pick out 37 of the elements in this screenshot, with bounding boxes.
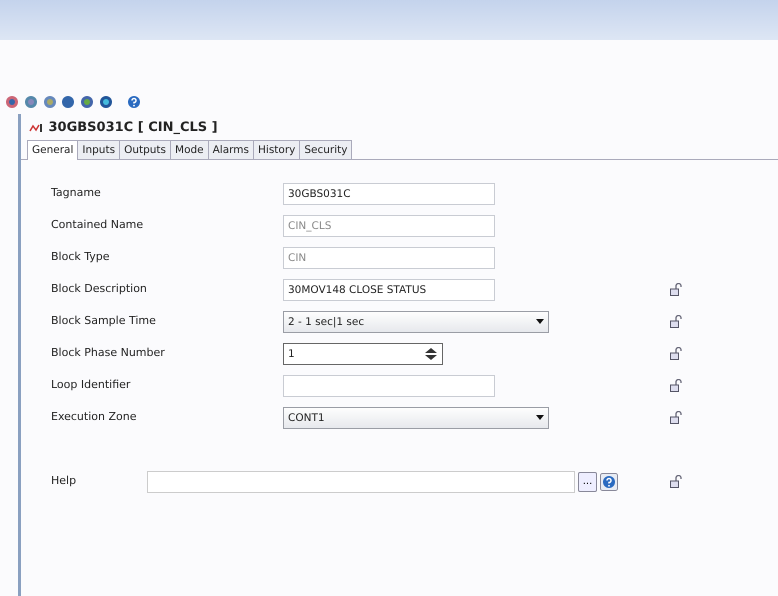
dropdown[interactable]: 2 - 1 sec|1 sec (283, 310, 549, 332)
caret-icon (536, 319, 544, 324)
input-field[interactable]: 30GBS031C (283, 182, 495, 204)
input-field[interactable]: 30MOV148 CLOSE STATUS (283, 278, 495, 300)
field-label: Loop Identifier (51, 377, 132, 394)
field-label: Contained Name (51, 217, 144, 234)
field-label: Tagname (51, 185, 102, 202)
field-label: Block Type (51, 249, 111, 266)
unlocked-padlock-icon[interactable] (670, 379, 682, 392)
help-icon[interactable] (127, 95, 142, 109)
unlocked-padlock-icon[interactable] (670, 315, 682, 328)
browse-button[interactable]: ... (578, 472, 598, 492)
field-label: Help (51, 473, 78, 490)
input-field[interactable] (147, 470, 575, 492)
tab[interactable]: History (253, 140, 300, 158)
tab[interactable]: General (27, 140, 78, 160)
field-label: Block Sample Time (51, 313, 157, 330)
tab[interactable]: Mode (170, 140, 209, 158)
tab[interactable]: Alarms (208, 140, 254, 158)
number-spinner[interactable]: 1 (283, 342, 443, 364)
panel-title: 30GBS031C [ CIN_CLS ] (48, 119, 218, 137)
unlocked-padlock-icon[interactable] (670, 283, 682, 296)
field-label: Block Description (51, 281, 148, 298)
tab[interactable]: Inputs (77, 140, 120, 158)
field-label: Execution Zone (51, 409, 138, 426)
help-icon[interactable] (600, 472, 618, 490)
tab[interactable]: Security (299, 140, 352, 158)
field-label: Block Phase Number (51, 345, 166, 362)
unlocked-padlock-icon[interactable] (670, 411, 682, 424)
unlocked-padlock-icon[interactable] (670, 347, 682, 360)
tab[interactable]: Outputs (119, 140, 172, 158)
caret-icon (536, 415, 544, 420)
spin-arrows-icon[interactable] (424, 346, 438, 360)
block-icon (29, 122, 43, 133)
input-field[interactable] (283, 374, 495, 396)
unlocked-padlock-icon[interactable] (670, 475, 682, 488)
dropdown[interactable]: CONT1 (283, 406, 549, 428)
